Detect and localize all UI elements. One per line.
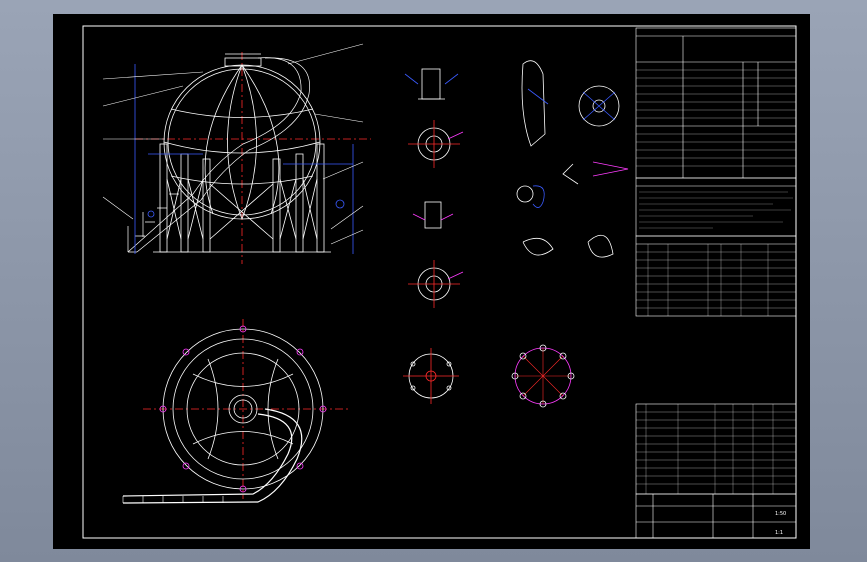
- sheet-text: 1:1: [775, 530, 783, 536]
- technical-data-table: [635, 27, 797, 179]
- dimension-lines: [134, 64, 354, 254]
- detail-ring-flange-2: [408, 260, 464, 308]
- detail-ring-flange-1: [408, 120, 464, 168]
- spiral-staircase: [127, 57, 310, 253]
- parts-list-table: [635, 403, 797, 495]
- drawing-frame: [82, 25, 797, 539]
- detail-nozzle-mid: [412, 201, 454, 229]
- detail-nozzle-top: [404, 68, 459, 100]
- drawing-sheet: 1:50 1:1: [82, 25, 797, 539]
- cad-drawing-canvas[interactable]: 1:50 1:1: [53, 14, 810, 549]
- detail-bolt-circle-2: [511, 344, 575, 408]
- plan-view: [122, 319, 348, 504]
- technical-notes: [635, 177, 797, 237]
- detail-bolt-circle-1: [403, 348, 459, 404]
- scale-text: 1:50: [775, 511, 786, 517]
- title-block: [635, 493, 797, 539]
- nozzle-schedule-table: [635, 235, 797, 317]
- front-elevation-view: [102, 43, 371, 264]
- bracket-detail-views: [516, 60, 629, 258]
- nozzle-detail-views: [403, 68, 575, 408]
